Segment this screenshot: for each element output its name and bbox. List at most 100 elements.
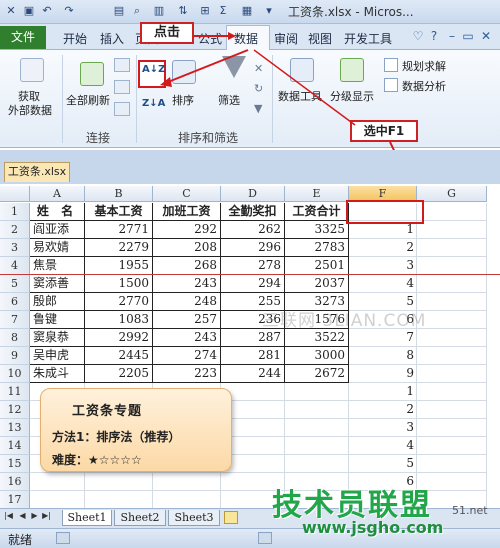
next-sheet-icon[interactable]: ▶	[30, 511, 39, 520]
index-cell[interactable]: 1	[349, 383, 417, 401]
cell[interactable]	[30, 473, 85, 491]
cell[interactable]	[417, 329, 487, 347]
cell[interactable]	[30, 491, 85, 509]
cell[interactable]	[417, 401, 487, 419]
index-cell[interactable]: 4	[349, 275, 417, 293]
header-cell[interactable]: 基本工资	[85, 203, 153, 221]
row-header[interactable]: 14	[0, 437, 30, 455]
name-cell[interactable]: 殷郎	[30, 293, 85, 311]
column-header[interactable]: C	[153, 186, 221, 202]
prev-sheet-icon[interactable]: ◀	[18, 511, 27, 520]
cell[interactable]	[417, 275, 487, 293]
number-cell[interactable]: 268	[153, 257, 221, 275]
number-cell[interactable]: 3325	[285, 221, 349, 239]
column-header[interactable]: B	[85, 186, 153, 202]
number-cell[interactable]: 274	[153, 347, 221, 365]
number-cell[interactable]: 278	[221, 257, 285, 275]
cell[interactable]	[417, 347, 487, 365]
row-header[interactable]: 1	[0, 203, 30, 221]
row-header[interactable]: 13	[0, 419, 30, 437]
tab-sheet1[interactable]: Sheet1	[62, 510, 112, 526]
number-cell[interactable]: 294	[221, 275, 285, 293]
name-cell[interactable]: 焦景	[30, 257, 85, 275]
name-cell[interactable]: 吴申虎	[30, 347, 85, 365]
index-cell[interactable]: 3	[349, 257, 417, 275]
cell[interactable]	[417, 221, 487, 239]
cell[interactable]	[417, 203, 487, 221]
cell[interactable]	[417, 293, 487, 311]
column-header[interactable]: A	[30, 186, 85, 202]
row-header[interactable]: 2	[0, 221, 30, 239]
index-cell[interactable]: 3	[349, 419, 417, 437]
number-cell[interactable]: 2037	[285, 275, 349, 293]
index-cell[interactable]: 7	[349, 329, 417, 347]
index-cell[interactable]: 2	[349, 239, 417, 257]
cell[interactable]	[417, 365, 487, 383]
number-cell[interactable]: 2992	[85, 329, 153, 347]
cell[interactable]	[285, 419, 349, 437]
workbook-tab[interactable]: 工资条.xlsx	[4, 162, 70, 182]
number-cell[interactable]: 1955	[85, 257, 153, 275]
number-cell[interactable]: 223	[153, 365, 221, 383]
number-cell[interactable]: 2501	[285, 257, 349, 275]
number-cell[interactable]: 3522	[285, 329, 349, 347]
first-sheet-icon[interactable]: |◀	[4, 511, 13, 520]
number-cell[interactable]: 244	[221, 365, 285, 383]
name-cell[interactable]: 鲁键	[30, 311, 85, 329]
insert-sheet-icon[interactable]	[224, 511, 238, 524]
last-sheet-icon[interactable]: ▶|	[42, 511, 51, 520]
cell[interactable]	[417, 239, 487, 257]
cell[interactable]	[417, 437, 487, 455]
row-header[interactable]: 12	[0, 401, 30, 419]
number-cell[interactable]: 2770	[85, 293, 153, 311]
index-cell[interactable]: 2	[349, 401, 417, 419]
row-header[interactable]: 16	[0, 473, 30, 491]
row-header[interactable]: 4	[0, 257, 30, 275]
column-header[interactable]: G	[417, 186, 487, 202]
index-cell[interactable]: 8	[349, 347, 417, 365]
row-header[interactable]: 17	[0, 491, 30, 509]
name-cell[interactable]: 易欢婧	[30, 239, 85, 257]
cell[interactable]	[417, 455, 487, 473]
header-cell[interactable]: 工资合计	[285, 203, 349, 221]
number-cell[interactable]: 3000	[285, 347, 349, 365]
number-cell[interactable]: 243	[153, 329, 221, 347]
name-cell[interactable]: 朱成斗	[30, 365, 85, 383]
column-header[interactable]: D	[221, 186, 285, 202]
cell[interactable]	[153, 491, 221, 509]
name-cell[interactable]: 窦添善	[30, 275, 85, 293]
row-header[interactable]: 8	[0, 329, 30, 347]
cell[interactable]	[417, 419, 487, 437]
row-header[interactable]: 7	[0, 311, 30, 329]
macro-record-icon[interactable]	[56, 532, 70, 544]
cell[interactable]	[417, 383, 487, 401]
cell[interactable]	[285, 383, 349, 401]
number-cell[interactable]: 257	[153, 311, 221, 329]
column-header[interactable]: E	[285, 186, 349, 202]
number-cell[interactable]: 1500	[85, 275, 153, 293]
row-header[interactable]: 11	[0, 383, 30, 401]
select-all-corner[interactable]	[0, 186, 30, 202]
name-cell[interactable]: 阎亚添	[30, 221, 85, 239]
cell[interactable]	[153, 473, 221, 491]
number-cell[interactable]: 2205	[85, 365, 153, 383]
index-cell[interactable]: 5	[349, 455, 417, 473]
header-cell[interactable]: 姓 名	[30, 203, 85, 221]
number-cell[interactable]: 2672	[285, 365, 349, 383]
tab-sheet3[interactable]: Sheet3	[168, 510, 220, 526]
number-cell[interactable]: 2783	[285, 239, 349, 257]
cell[interactable]	[285, 437, 349, 455]
number-cell[interactable]: 281	[221, 347, 285, 365]
cell[interactable]	[285, 401, 349, 419]
cell[interactable]	[417, 257, 487, 275]
number-cell[interactable]: 208	[153, 239, 221, 257]
number-cell[interactable]: 1083	[85, 311, 153, 329]
tab-sheet2[interactable]: Sheet2	[114, 510, 166, 526]
cell[interactable]	[85, 491, 153, 509]
index-cell[interactable]: 4	[349, 437, 417, 455]
normal-view-icon[interactable]	[258, 532, 272, 544]
row-header[interactable]: 3	[0, 239, 30, 257]
header-cell[interactable]: 加班工资	[153, 203, 221, 221]
number-cell[interactable]: 2445	[85, 347, 153, 365]
number-cell[interactable]: 248	[153, 293, 221, 311]
